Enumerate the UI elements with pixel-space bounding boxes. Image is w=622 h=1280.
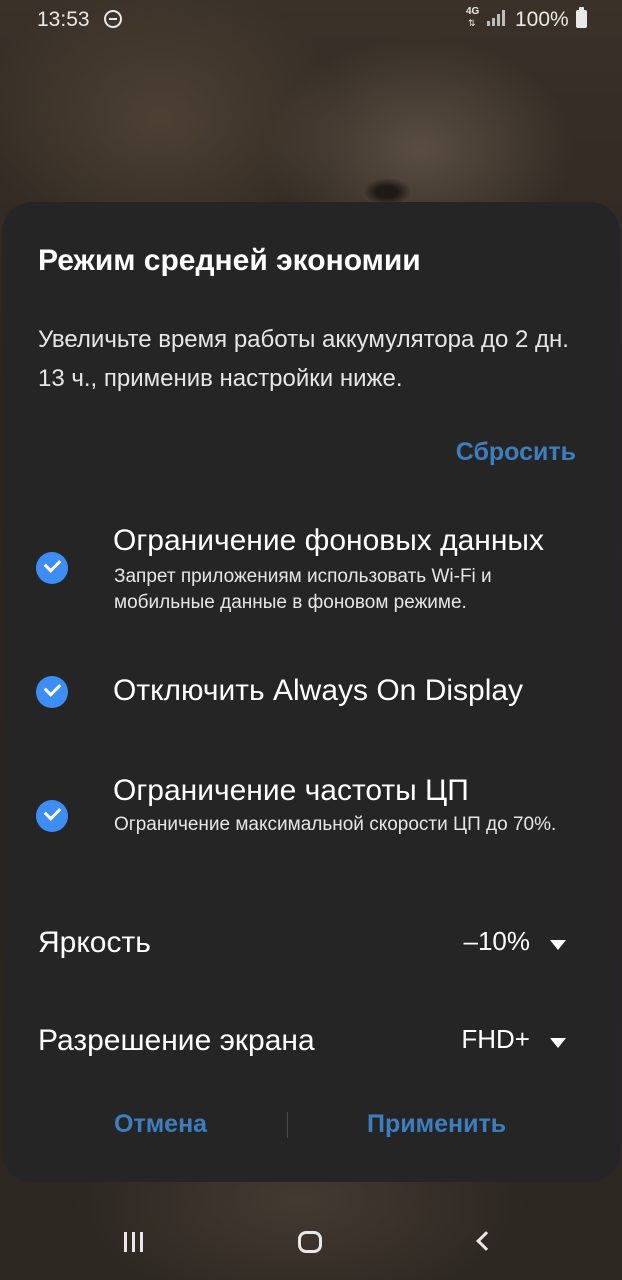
cancel-button[interactable]: Отмена	[114, 1110, 207, 1139]
recents-icon[interactable]	[124, 1232, 148, 1252]
brightness-label: Яркость	[38, 926, 151, 959]
dropdown-arrow-icon[interactable]	[550, 940, 566, 950]
actions-divider	[287, 1112, 288, 1138]
home-icon[interactable]	[298, 1231, 322, 1253]
option-disable-always-on-display[interactable]: Отключить Always On Display	[2, 670, 620, 720]
option-subtitle: Ограничение максимальной скорости ЦП до …	[114, 814, 557, 835]
brightness-value[interactable]: –10%	[464, 926, 531, 957]
dropdown-arrow-icon[interactable]	[550, 1038, 566, 1048]
dialog-description: Увеличьте время работы аккумулятора до 2…	[38, 326, 569, 392]
battery-percent: 100%	[515, 8, 569, 31]
status-time: 13:53	[37, 8, 90, 31]
option-restrict-background-data[interactable]: Ограничение фоновых данных Запрет прилож…	[2, 520, 620, 620]
option-subtitle: Запрет приложениям использовать Wi-Fi и …	[114, 566, 492, 613]
option-title: Ограничение фоновых данных	[113, 524, 544, 557]
resolution-label: Разрешение экрана	[38, 1024, 315, 1057]
brightness-setting[interactable]: Яркость –10%	[2, 918, 620, 968]
checkbox-checked-icon[interactable]	[36, 552, 68, 584]
navigation-bar	[0, 1200, 622, 1280]
apply-button[interactable]: Применить	[367, 1110, 506, 1139]
battery-icon	[576, 7, 587, 28]
data-activity-icon: ⇅	[468, 18, 476, 28]
status-bar: 13:53 4G ⇅ 100%	[0, 0, 622, 40]
dialog-title: Режим средней экономии	[38, 244, 421, 277]
checkbox-checked-icon[interactable]	[36, 800, 68, 832]
reset-button[interactable]: Сбросить	[456, 438, 576, 467]
network-type-label: 4G	[466, 6, 480, 17]
dialog-actions: Отмена Применить	[2, 1098, 620, 1154]
back-icon[interactable]	[476, 1231, 496, 1251]
checkbox-checked-icon[interactable]	[36, 676, 68, 708]
do-not-disturb-icon	[104, 10, 122, 28]
power-mode-dialog: Режим средней экономии Увеличьте время р…	[2, 202, 620, 1182]
signal-icon	[487, 10, 507, 26]
option-limit-cpu-speed[interactable]: Ограничение частоты ЦП Ограничение макси…	[2, 770, 620, 870]
option-title: Отключить Always On Display	[113, 674, 524, 707]
screen-resolution-setting[interactable]: Разрешение экрана FHD+	[2, 1016, 620, 1066]
resolution-value[interactable]: FHD+	[461, 1024, 530, 1055]
option-title: Ограничение частоты ЦП	[113, 774, 469, 807]
